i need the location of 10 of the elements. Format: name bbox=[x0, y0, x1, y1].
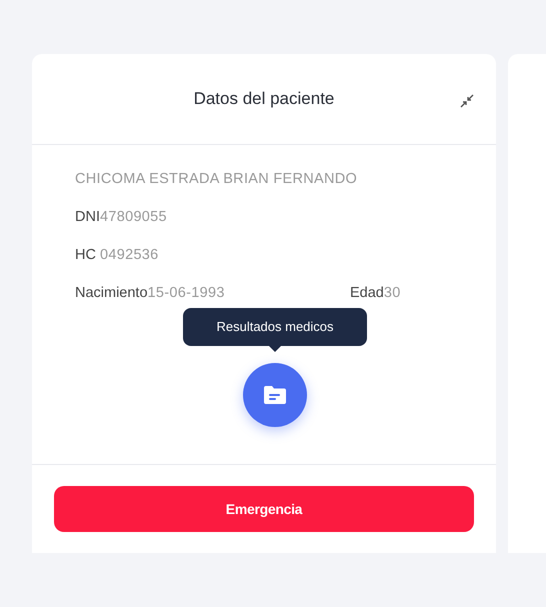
patient-field: HC 0492536 bbox=[75, 244, 496, 283]
folder-icon bbox=[264, 386, 286, 404]
card-title: Datos del paciente bbox=[194, 88, 334, 109]
patient-age: Edad30 bbox=[350, 284, 401, 303]
collapse-icon[interactable] bbox=[460, 94, 474, 108]
patient-name: CHICOMA ESTRADA BRIAN FERNANDO bbox=[75, 170, 358, 189]
patient-field: DNI47809055 bbox=[75, 206, 496, 245]
emergency-button[interactable]: Emergencia bbox=[54, 486, 474, 532]
tooltip: Resultados medicos bbox=[183, 308, 367, 352]
birth-date: Nacimiento15-06-1993 bbox=[75, 284, 226, 303]
